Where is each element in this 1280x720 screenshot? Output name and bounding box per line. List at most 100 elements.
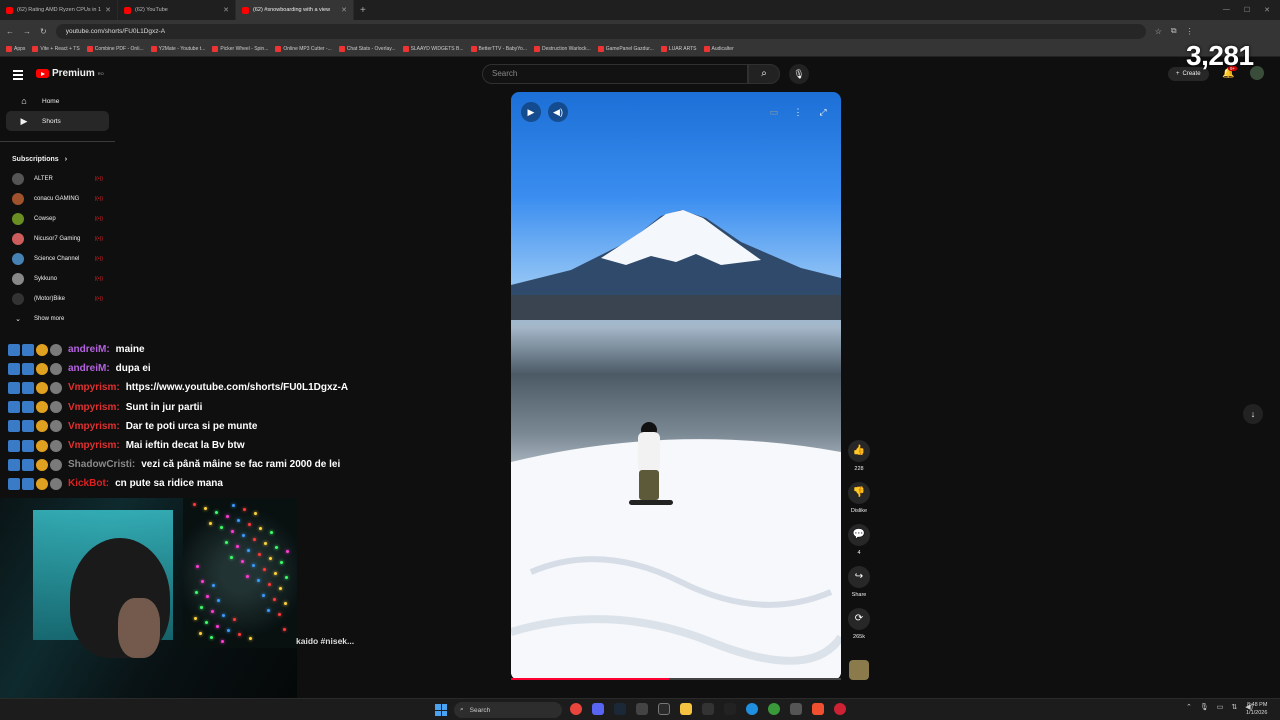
chevron-up-icon[interactable]: ⌃ [1186, 703, 1192, 711]
obs-icon[interactable] [790, 703, 802, 715]
bookmark-item[interactable]: Audicalter [703, 46, 734, 52]
subscriptions-header[interactable]: Subscriptions › [0, 152, 115, 166]
video-caption-fragment: kaido #nisek... [296, 636, 355, 646]
video-progress-bar[interactable] [511, 678, 841, 680]
xbox-icon[interactable] [768, 703, 780, 715]
bookmark-item[interactable]: Apps [6, 46, 25, 52]
browser-tab-active[interactable]: (62) #snowboarding with a view ✕ [236, 0, 354, 20]
taskbar-clock[interactable]: 8:48 PM 1/1/2026 [1246, 701, 1267, 717]
bookmark-favicon-icon [597, 46, 604, 52]
bookmark-item[interactable]: BetterTTV - BabyYo... [470, 46, 527, 52]
capcut-icon[interactable] [636, 703, 648, 715]
action-like[interactable]: 👍 228 [846, 440, 872, 472]
bookmark-item[interactable]: Chat Stats - Overlay... [338, 46, 396, 52]
taskbar-search[interactable]: ⌕ Search [454, 702, 562, 718]
browser-tab[interactable]: (62) Rating AMD Ryzen CPUs in 1 ✕ [0, 0, 118, 20]
subscription-item[interactable]: Nicusor7 Gaming ((•)) [0, 229, 115, 249]
subscription-item[interactable]: Cowsep ((•)) [0, 209, 115, 229]
folder-icon[interactable] [680, 703, 692, 715]
bookmark-item[interactable]: Destruction Warlock... [534, 46, 591, 52]
search-icon[interactable]: ⌕ [748, 64, 780, 84]
tree-light [267, 609, 270, 612]
action-label: 4 [857, 550, 861, 556]
tree-light [257, 579, 260, 582]
close-tab-icon[interactable]: ✕ [105, 6, 111, 14]
chat-badges [8, 477, 62, 490]
live-indicator-icon: ((•)) [94, 256, 103, 262]
play-icon[interactable]: ▶ [521, 102, 541, 122]
display-icon[interactable]: ▭ [1217, 703, 1224, 711]
search-input[interactable]: Search [482, 64, 748, 84]
edge-icon[interactable] [746, 703, 758, 715]
tree-light [242, 534, 245, 537]
subscription-item[interactable]: ALTER ((•)) [0, 169, 115, 189]
close-tab-icon[interactable]: ✕ [223, 6, 229, 14]
next-short-arrow-icon[interactable]: ↓ [1243, 404, 1263, 424]
badge-icon [36, 420, 48, 433]
browser-tab[interactable]: (62) YouTube ✕ [118, 0, 236, 20]
microphone-icon[interactable]: 🎙 [1200, 703, 1209, 711]
badge-icon [36, 401, 48, 414]
microphone-icon[interactable]: 🎙 [789, 64, 809, 84]
bookmark-favicon-icon [150, 46, 157, 52]
channel-avatar [12, 173, 24, 185]
shorts-video-player[interactable]: ▶ ◀) ▭ ⋮ ⤢ [511, 92, 841, 680]
plus-icon: + [1176, 71, 1180, 77]
channel-avatar [12, 293, 24, 305]
badge-icon [50, 343, 62, 356]
action-share[interactable]: ↪ Share [846, 566, 872, 598]
subscription-item[interactable]: Sykkuno ((•)) [0, 269, 115, 289]
network-icon[interactable]: ⇅ [1231, 703, 1237, 711]
bookmark-item[interactable]: Vite + React + TS [32, 46, 80, 52]
subscription-item[interactable]: conacu GAMING ((•)) [0, 189, 115, 209]
close-window-icon[interactable]: ✕ [1264, 6, 1270, 14]
forward-icon[interactable]: → [23, 27, 31, 36]
bookmark-item[interactable]: Y2Mate - Youtube t... [150, 46, 205, 52]
app-icon[interactable] [702, 703, 714, 715]
close-tab-icon[interactable]: ✕ [341, 6, 347, 14]
action-remix[interactable]: ⟳ 265k [846, 608, 872, 640]
more-options-icon[interactable]: ⋮ [788, 102, 808, 122]
show-more-button[interactable]: ⌄ Show more [0, 309, 115, 329]
new-tab-icon[interactable]: + [360, 5, 366, 16]
maximize-icon[interactable]: ☐ [1244, 6, 1250, 14]
app-icon[interactable] [724, 703, 736, 715]
fullscreen-icon[interactable]: ⤢ [813, 102, 833, 122]
bookmark-item[interactable]: Combine PDF - Onli... [86, 46, 144, 52]
app-icon[interactable] [834, 703, 846, 715]
discord-icon[interactable] [592, 703, 604, 715]
reload-icon[interactable]: ↻ [40, 27, 47, 36]
bookmark-item[interactable]: LUAR ARTS [660, 46, 697, 52]
volume-icon[interactable]: ◀) [548, 102, 568, 122]
browser-menu-icon[interactable]: ⋮ [1186, 27, 1194, 36]
action-comment[interactable]: 💬 4 [846, 524, 872, 556]
sidebar-item-shorts[interactable]: ▶ Shorts [6, 111, 109, 131]
back-icon[interactable]: ← [6, 27, 14, 36]
window-controls: — ☐ ✕ [1223, 6, 1280, 14]
bookmark-star-icon[interactable]: ☆ [1155, 27, 1162, 36]
chat-username: andreiM: [68, 344, 110, 356]
chat-username: andreiM: [68, 363, 110, 375]
bookmark-item[interactable]: Online MP3 Cutter -... [275, 46, 332, 52]
chrome-icon[interactable] [570, 703, 582, 715]
bookmark-item[interactable]: GamePanel Gazdur... [597, 46, 654, 52]
subscription-item[interactable]: (Motor)Bike ((•)) [0, 289, 115, 309]
sidebar-item-home[interactable]: ⌂ Home [6, 91, 109, 111]
captions-icon[interactable]: ▭ [764, 102, 784, 122]
brave-icon[interactable] [812, 703, 824, 715]
bookmark-item[interactable]: SLAAYD WIDGETS B... [402, 46, 464, 52]
tree-light [258, 553, 261, 556]
bookmark-item[interactable]: Picker Wheel - Spin... [212, 46, 268, 52]
subscription-item[interactable]: Science Channel ((•)) [0, 249, 115, 269]
url-field[interactable]: youtube.com/shorts/FU0L1Dgxz-A [55, 23, 1146, 39]
menu-icon[interactable] [13, 70, 23, 82]
tiles-icon[interactable] [658, 703, 670, 715]
extensions-icon[interactable]: ⧉ [1171, 26, 1177, 36]
chat-badges [8, 458, 62, 471]
sound-thumbnail[interactable] [849, 660, 869, 680]
steam-icon[interactable] [614, 703, 626, 715]
action-dislike[interactable]: 👎 Dislike [846, 482, 872, 514]
windows-start-icon[interactable] [435, 704, 447, 716]
minimize-icon[interactable]: — [1223, 6, 1230, 14]
youtube-logo[interactable]: Premium RO [36, 68, 104, 79]
